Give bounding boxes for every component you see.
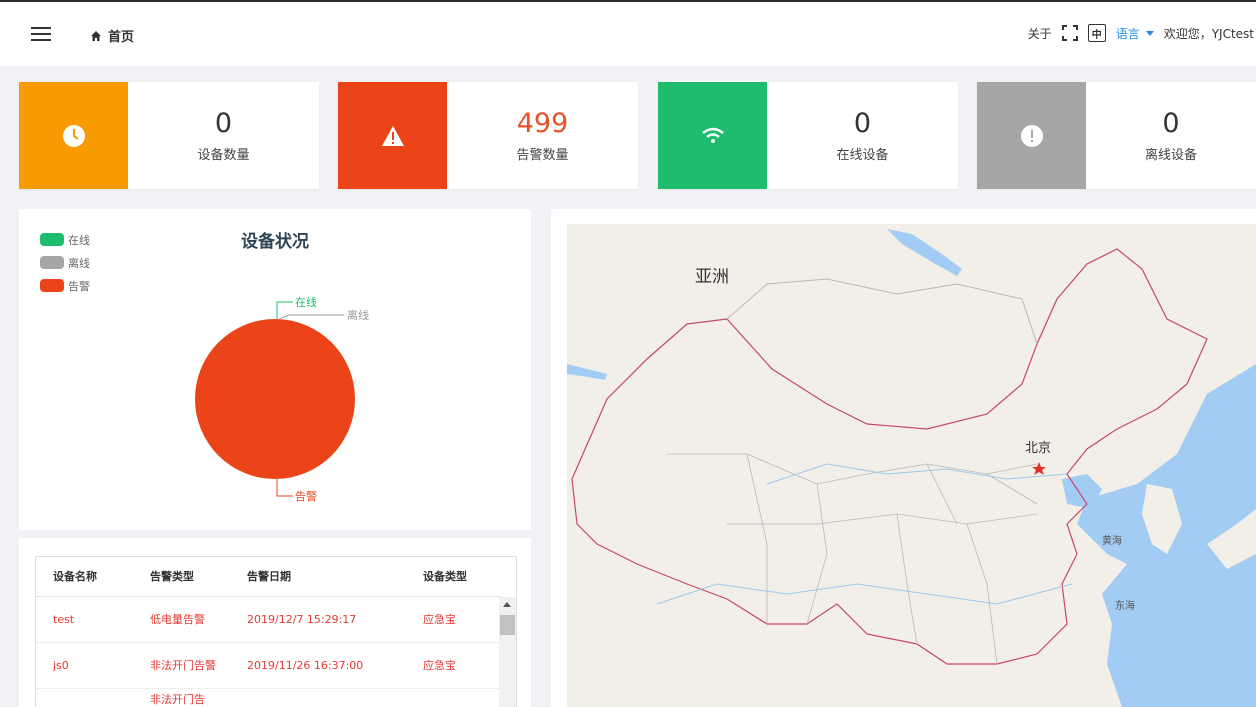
table-cell: 2019/11/26 16:37:00 <box>247 658 364 672</box>
welcome-text: 欢迎您，YJCtest <box>1163 26 1254 41</box>
table-cell: test <box>53 612 75 626</box>
exclamation-icon <box>1020 124 1043 147</box>
table-cell <box>53 689 143 707</box>
lake-baikal <box>887 229 962 276</box>
lake-balkhash <box>567 364 607 380</box>
rivers <box>656 463 1073 605</box>
warning-icon <box>381 125 404 146</box>
column-header[interactable]: 告警类型 <box>150 557 220 596</box>
device-count-label: 设备数量 <box>197 148 250 163</box>
online-count-label: 在线设备 <box>836 148 889 163</box>
stat-card-alarms[interactable]: 499 告警数量 <box>338 82 638 189</box>
capital-star-icon <box>1032 462 1046 475</box>
wifi-icon <box>701 127 724 143</box>
scroll-up-icon[interactable] <box>503 602 511 607</box>
breadcrumb-home[interactable]: 首页 <box>90 26 134 45</box>
alarm-table: 设备名称 告警类型 告警日期 设备类型 test 低电量告警 2019/12/7… <box>35 556 517 707</box>
about-link[interactable]: 关于 <box>1028 25 1052 42</box>
offline-count-value: 0 <box>1162 108 1180 139</box>
table-cell: 应急宝 <box>423 658 456 672</box>
stat-icon-box <box>19 82 128 189</box>
device-status-panel: 在线 离线 告警 设备状况 在线 离线 告警 <box>19 209 531 530</box>
leader-line-alarm <box>276 479 293 497</box>
pie-chart: 在线 离线 告警 <box>195 295 369 503</box>
capital-label: 北京 <box>1025 441 1051 456</box>
sea-label: 东海 <box>1115 599 1135 612</box>
sea-label: 黄海 <box>1102 534 1122 547</box>
slice-label-alarm: 告警 <box>295 489 317 503</box>
slice-label-online: 在线 <box>295 295 317 309</box>
table-cell <box>247 689 407 707</box>
table-row[interactable]: test 低电量告警 2019/12/7 15:29:17 应急宝 <box>36 597 501 643</box>
home-label: 首页 <box>108 30 135 45</box>
home-icon <box>91 30 101 41</box>
clock-icon <box>62 124 85 147</box>
device-count-value: 0 <box>214 108 233 139</box>
table-row[interactable]: 非法开门告 <box>36 689 501 707</box>
table-cell: js0 <box>53 658 69 672</box>
pie-slice-2[interactable] <box>195 319 355 479</box>
table-cell: 应急宝 <box>423 612 456 626</box>
alarm-count-value: 499 <box>516 108 569 139</box>
language-dropdown[interactable]: 语言 <box>1116 25 1154 42</box>
table-cell <box>423 689 493 707</box>
stat-card-devices[interactable]: 0 设备数量 <box>19 82 319 189</box>
leader-line-offline <box>278 314 344 320</box>
scroll-thumb[interactable] <box>500 615 515 635</box>
table-cell: 低电量告警 <box>150 612 205 626</box>
continent-label: 亚洲 <box>695 267 729 287</box>
stat-icon-box <box>338 82 447 189</box>
province-lines <box>667 453 1038 665</box>
menu-toggle-icon[interactable] <box>31 27 51 41</box>
table-cell: 非法开门告警 <box>150 658 216 672</box>
offline-count-label: 离线设备 <box>1144 148 1197 163</box>
stat-icon-box <box>977 82 1086 189</box>
map-panel: 亚洲 北京 黄海 东海 <box>551 209 1256 707</box>
stat-icon-box <box>658 82 767 189</box>
fullscreen-icon[interactable] <box>1061 25 1078 41</box>
top-navbar: 首页 关于 中 语言 欢迎您，YJCtest <box>0 0 1256 66</box>
alarm-table-panel: 设备名称 告警类型 告警日期 设备类型 test 低电量告警 2019/12/7… <box>19 538 531 707</box>
stat-card-offline[interactable]: 0 离线设备 <box>977 82 1256 189</box>
language-icon[interactable]: 中 <box>1087 24 1106 42</box>
mongolia-border <box>726 278 1038 345</box>
table-scrollbar[interactable] <box>499 597 516 707</box>
stat-card-online[interactable]: 0 在线设备 <box>658 82 958 189</box>
language-label: 语言 <box>1115 26 1140 41</box>
column-header[interactable]: 设备类型 <box>423 557 493 596</box>
china-map: 亚洲 北京 黄海 东海 <box>567 229 1256 707</box>
column-header[interactable]: 设备名称 <box>53 557 143 596</box>
table-header: 设备名称 告警类型 告警日期 设备类型 <box>36 557 501 597</box>
online-count-value: 0 <box>853 108 872 139</box>
taiwan-land <box>1087 660 1099 700</box>
column-header[interactable]: 告警日期 <box>247 557 407 596</box>
slice-label-offline: 离线 <box>347 308 369 322</box>
table-row[interactable]: js0 非法开门告警 2019/11/26 16:37:00 应急宝 <box>36 643 501 689</box>
caret-down-icon <box>1145 30 1154 36</box>
table-cell: 非法开门告 <box>150 693 205 706</box>
alarm-count-label: 告警数量 <box>516 148 569 163</box>
table-cell: 2019/12/7 15:29:17 <box>247 612 357 626</box>
map-view[interactable]: 亚洲 北京 黄海 东海 <box>567 224 1256 707</box>
